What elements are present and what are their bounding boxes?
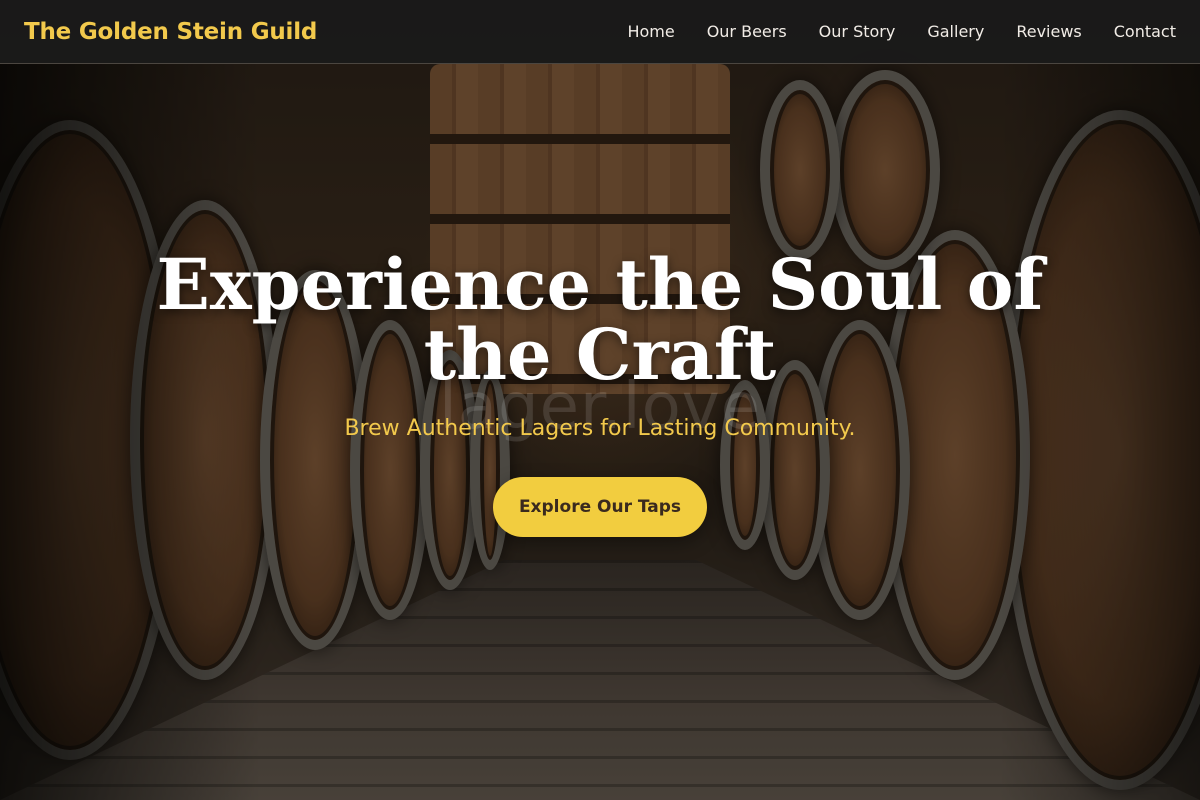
- hero-headline: Experience the Soul of the Craft: [156, 243, 1044, 396]
- main-nav: Home Our Beers Our Story Gallery Reviews…: [595, 22, 1176, 41]
- explore-taps-button[interactable]: Explore Our Taps: [493, 477, 707, 537]
- site-header: The Golden Stein Guild Home Our Beers Ou…: [0, 0, 1200, 64]
- nav-home[interactable]: Home: [627, 22, 674, 41]
- nav-reviews[interactable]: Reviews: [1016, 22, 1081, 41]
- nav-our-story[interactable]: Our Story: [819, 22, 896, 41]
- nav-contact[interactable]: Contact: [1114, 22, 1176, 41]
- nav-our-beers[interactable]: Our Beers: [707, 22, 787, 41]
- hero-tagline: Brew Authentic Lagers for Lasting Commun…: [344, 416, 856, 441]
- nav-gallery[interactable]: Gallery: [927, 22, 984, 41]
- hero-content: lager.love Experience the Soul of the Cr…: [0, 250, 1200, 537]
- brand-logo[interactable]: The Golden Stein Guild: [24, 19, 317, 45]
